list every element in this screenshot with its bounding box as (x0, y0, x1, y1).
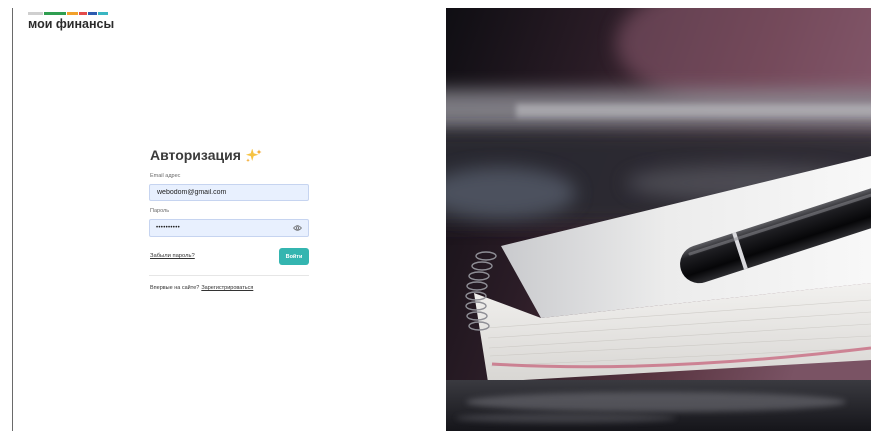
password-label: Пароль (150, 208, 170, 214)
email-label: Email адрес (150, 173, 181, 179)
sparkles-icon (245, 148, 262, 162)
login-title-text: Авторизация (150, 147, 241, 163)
forgot-password-link[interactable]: Забыли пароль? (150, 253, 195, 260)
brand-logo-stripes (28, 12, 108, 15)
email-input[interactable] (149, 184, 309, 201)
notebook-pen-photo (446, 8, 871, 431)
brand-stripe (67, 12, 78, 15)
login-button[interactable]: Войти (279, 248, 309, 265)
login-title: Авторизация (150, 147, 262, 164)
signup-prompt: Впервые на сайте? (150, 285, 200, 291)
brand-stripe (28, 12, 43, 15)
hero-photo (446, 8, 871, 431)
password-input[interactable] (149, 219, 309, 237)
brand-name[interactable]: мои финансы (28, 17, 114, 31)
brand-stripe (88, 12, 97, 15)
brand-stripe (44, 12, 66, 15)
signup-link[interactable]: Зарегистрироваться (201, 285, 253, 291)
signup-line: Впервые на сайте? Зарегистрироваться (150, 285, 253, 292)
eye-icon[interactable] (293, 224, 302, 232)
brand-stripe (98, 12, 108, 15)
brand-stripe (79, 12, 87, 15)
divider (149, 275, 309, 276)
window-border (12, 8, 13, 431)
